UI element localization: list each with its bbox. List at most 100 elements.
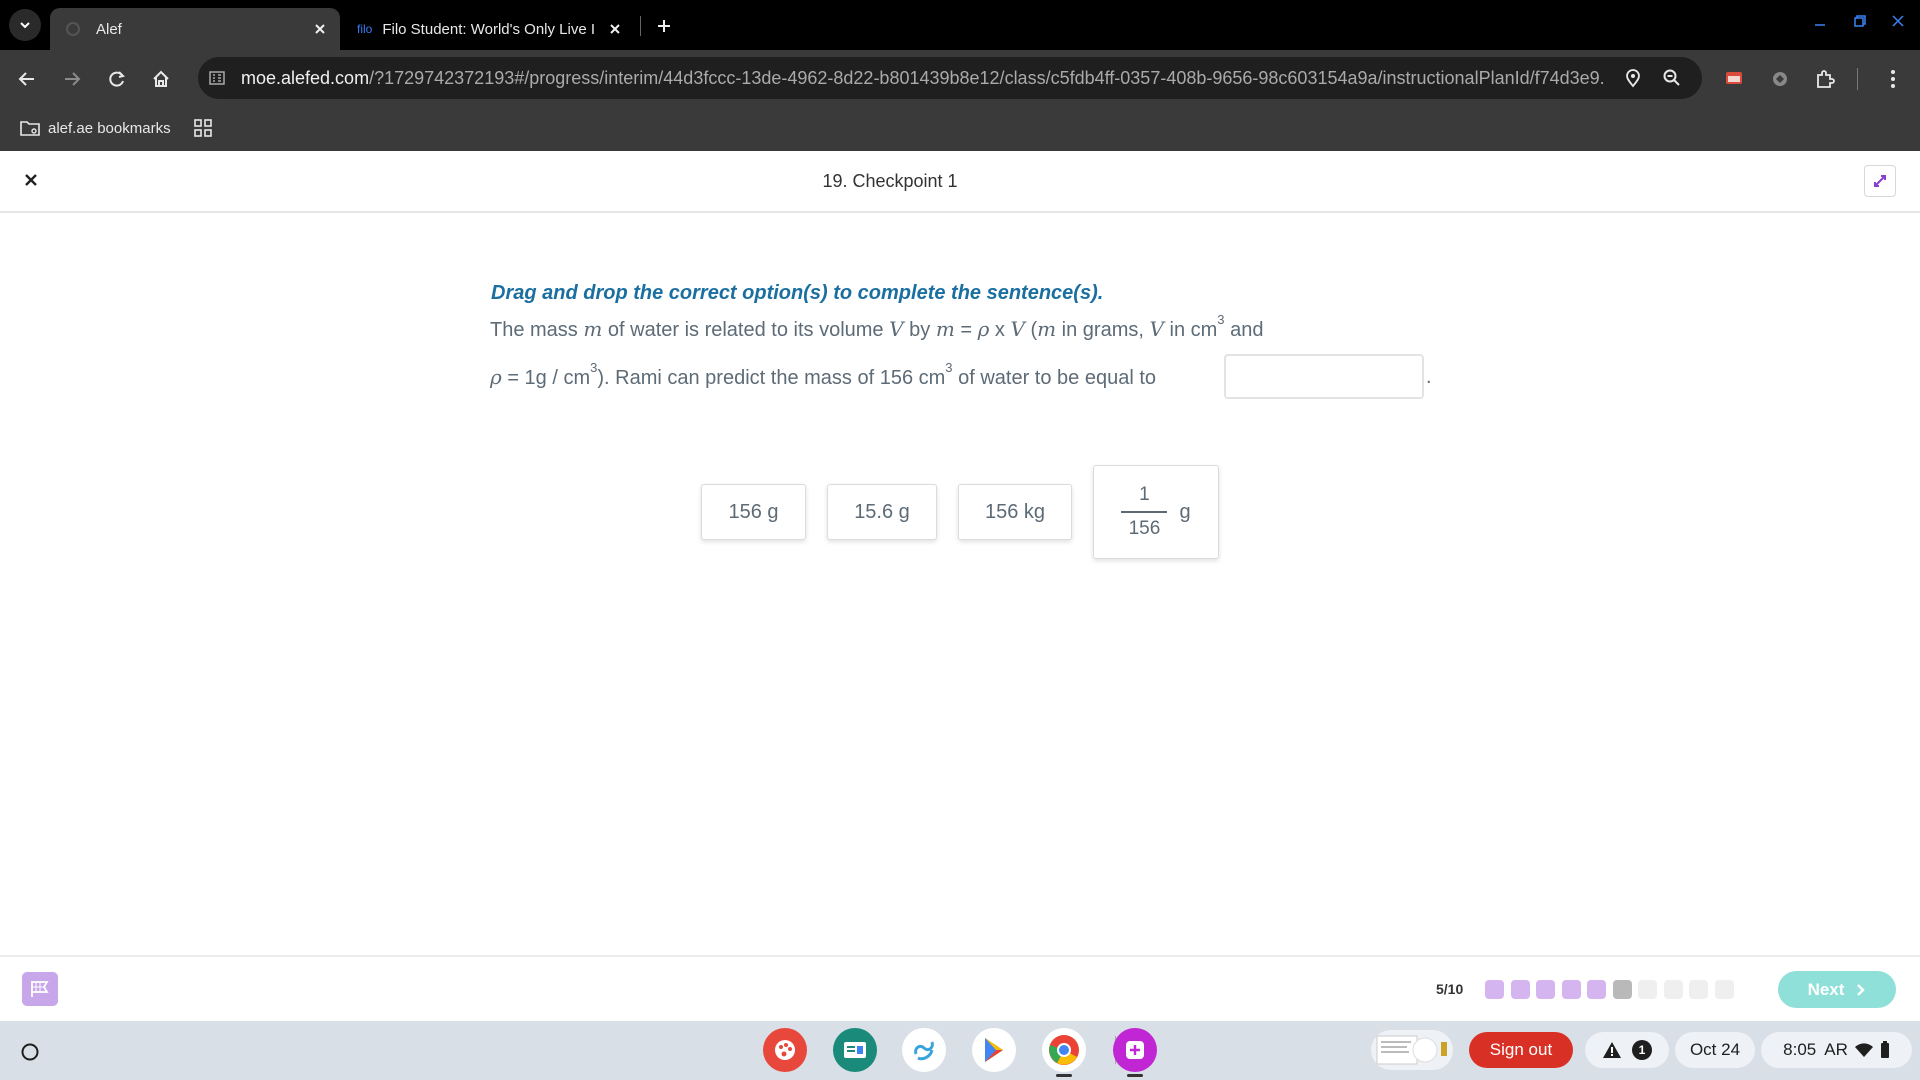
chevron-down-icon [20, 22, 30, 29]
reload-button[interactable] [100, 62, 134, 96]
sentence-text: ). Rami can predict the mass of 156 cm [597, 367, 946, 389]
classroom-icon [844, 1042, 866, 1058]
tab-separator [640, 16, 641, 36]
flag-button[interactable] [22, 972, 58, 1006]
math-var: m [1037, 317, 1057, 341]
site-info-icon[interactable] [206, 67, 228, 89]
close-tab-icon[interactable] [603, 17, 627, 41]
close-icon [1892, 15, 1904, 27]
puzzle-icon [1817, 70, 1835, 88]
tab-alef[interactable]: Alef [50, 8, 340, 50]
math-op: = [954, 319, 978, 341]
location-button[interactable] [1619, 64, 1647, 92]
sentence-text: ( [1024, 319, 1038, 341]
next-button[interactable]: Next [1778, 971, 1896, 1008]
sign-out-label: Sign out [1489, 1040, 1553, 1059]
chrome-icon [1049, 1035, 1079, 1065]
close-window-button[interactable] [1884, 10, 1912, 32]
time-label: 8:05 [1783, 1040, 1817, 1059]
palette-icon [775, 1040, 795, 1060]
minimize-button[interactable] [1806, 10, 1834, 32]
app-pinned[interactable] [1113, 1028, 1157, 1072]
flag-icon [31, 981, 49, 997]
play-store-icon [985, 1038, 1003, 1062]
battery-icon [1880, 1041, 1890, 1059]
zoom-icon [1663, 69, 1680, 86]
app-play-store[interactable] [972, 1028, 1016, 1072]
apps-grid-icon [194, 119, 212, 137]
question-sentence-line-1: The mass m of water is related to its vo… [490, 313, 1263, 345]
math-var: m [583, 317, 603, 341]
fullscreen-button[interactable] [1864, 165, 1896, 197]
extension-cast-button[interactable] [1719, 64, 1749, 94]
browser-menu-button[interactable] [1878, 64, 1908, 94]
tab-search-button[interactable] [9, 9, 41, 41]
url-text[interactable]: moe.alefed.com/?1729742372193#/progress/… [241, 66, 1606, 90]
extension-puzzle-icon [1773, 72, 1787, 86]
math-var: ρ [490, 365, 502, 389]
fraction: 1 156 [1121, 483, 1168, 541]
holding-space-thumbnail[interactable] [1371, 1030, 1453, 1070]
sentence-text: in cm [1163, 319, 1218, 341]
progress-step [1510, 980, 1530, 999]
extension-button[interactable] [1765, 64, 1795, 94]
back-button[interactable] [10, 62, 44, 96]
progress-step [1663, 980, 1683, 999]
launcher-button[interactable] [14, 1036, 46, 1068]
screenshot-thumbnail-icon [1376, 1035, 1447, 1065]
restore-button[interactable] [1846, 10, 1874, 32]
fraction-bar [1121, 511, 1168, 513]
app-classroom[interactable] [833, 1028, 877, 1072]
extensions-menu-button[interactable] [1810, 64, 1840, 94]
option-15-6-g[interactable]: 15.6 g [827, 484, 937, 540]
home-button[interactable] [144, 62, 178, 96]
superscript: 3 [590, 360, 598, 376]
app-link[interactable] [902, 1028, 946, 1072]
progress-step [1638, 980, 1657, 999]
option-156-kg[interactable]: 156 kg [958, 484, 1072, 540]
option-label: 15.6 g [854, 500, 910, 523]
bookmark-folder-alef[interactable]: alef.ae bookmarks [18, 114, 171, 142]
close-icon [25, 174, 37, 186]
zoom-button[interactable] [1658, 64, 1686, 92]
tab-filo[interactable]: filo Filo Student: World's Only Live I [345, 8, 635, 50]
answer-drop-zone[interactable] [1224, 354, 1424, 399]
progress-step [1689, 980, 1708, 999]
bookmark-label: alef.ae bookmarks [48, 119, 171, 137]
sign-out-button[interactable]: Sign out [1469, 1032, 1573, 1068]
date-tray[interactable]: Oct 24 [1675, 1032, 1755, 1068]
notification-tray[interactable]: 1 [1585, 1032, 1669, 1068]
cast-icon [1726, 72, 1742, 84]
location-pin-icon [1626, 69, 1640, 88]
progress-step [1714, 980, 1734, 999]
math-var: V [1010, 317, 1025, 341]
progress-label: 5/10 [1436, 981, 1464, 997]
fraction-denominator: 156 [1128, 517, 1161, 539]
app-chrome[interactable] [1042, 1028, 1086, 1072]
notification-count: 1 [1632, 1040, 1652, 1060]
locale-label: AR [1824, 1040, 1848, 1059]
question-sentence-line-2: ρ = 1g / cm3). Rami can predict the mass… [490, 361, 1156, 393]
plus-icon [658, 20, 670, 32]
new-tab-button[interactable] [650, 12, 678, 40]
app-canvas[interactable] [763, 1028, 807, 1072]
close-tab-icon[interactable] [308, 17, 332, 41]
date-label: Oct 24 [1689, 1040, 1741, 1059]
sentence-text: and [1224, 319, 1264, 341]
option-label: 156 g [728, 500, 779, 523]
link-swirl-icon [914, 1041, 934, 1061]
url-host: moe.alefed.com [241, 68, 370, 88]
option-unit: g [1179, 500, 1191, 523]
system-tray[interactable]: 8:05 AR [1761, 1032, 1912, 1068]
math-var: m [935, 317, 955, 341]
forward-button[interactable] [55, 62, 89, 96]
close-lesson-button[interactable] [18, 167, 44, 193]
filo-favicon-icon: filo [357, 22, 373, 36]
progress-step [1536, 980, 1555, 999]
option-156-g[interactable]: 156 g [701, 484, 806, 540]
math-var: ρ [977, 317, 990, 341]
option-1-over-156-g[interactable]: 1 156 g [1093, 465, 1219, 559]
lesson-footer [0, 955, 1920, 1021]
tab-title: Alef [96, 20, 122, 38]
apps-shortcut[interactable] [190, 115, 216, 141]
